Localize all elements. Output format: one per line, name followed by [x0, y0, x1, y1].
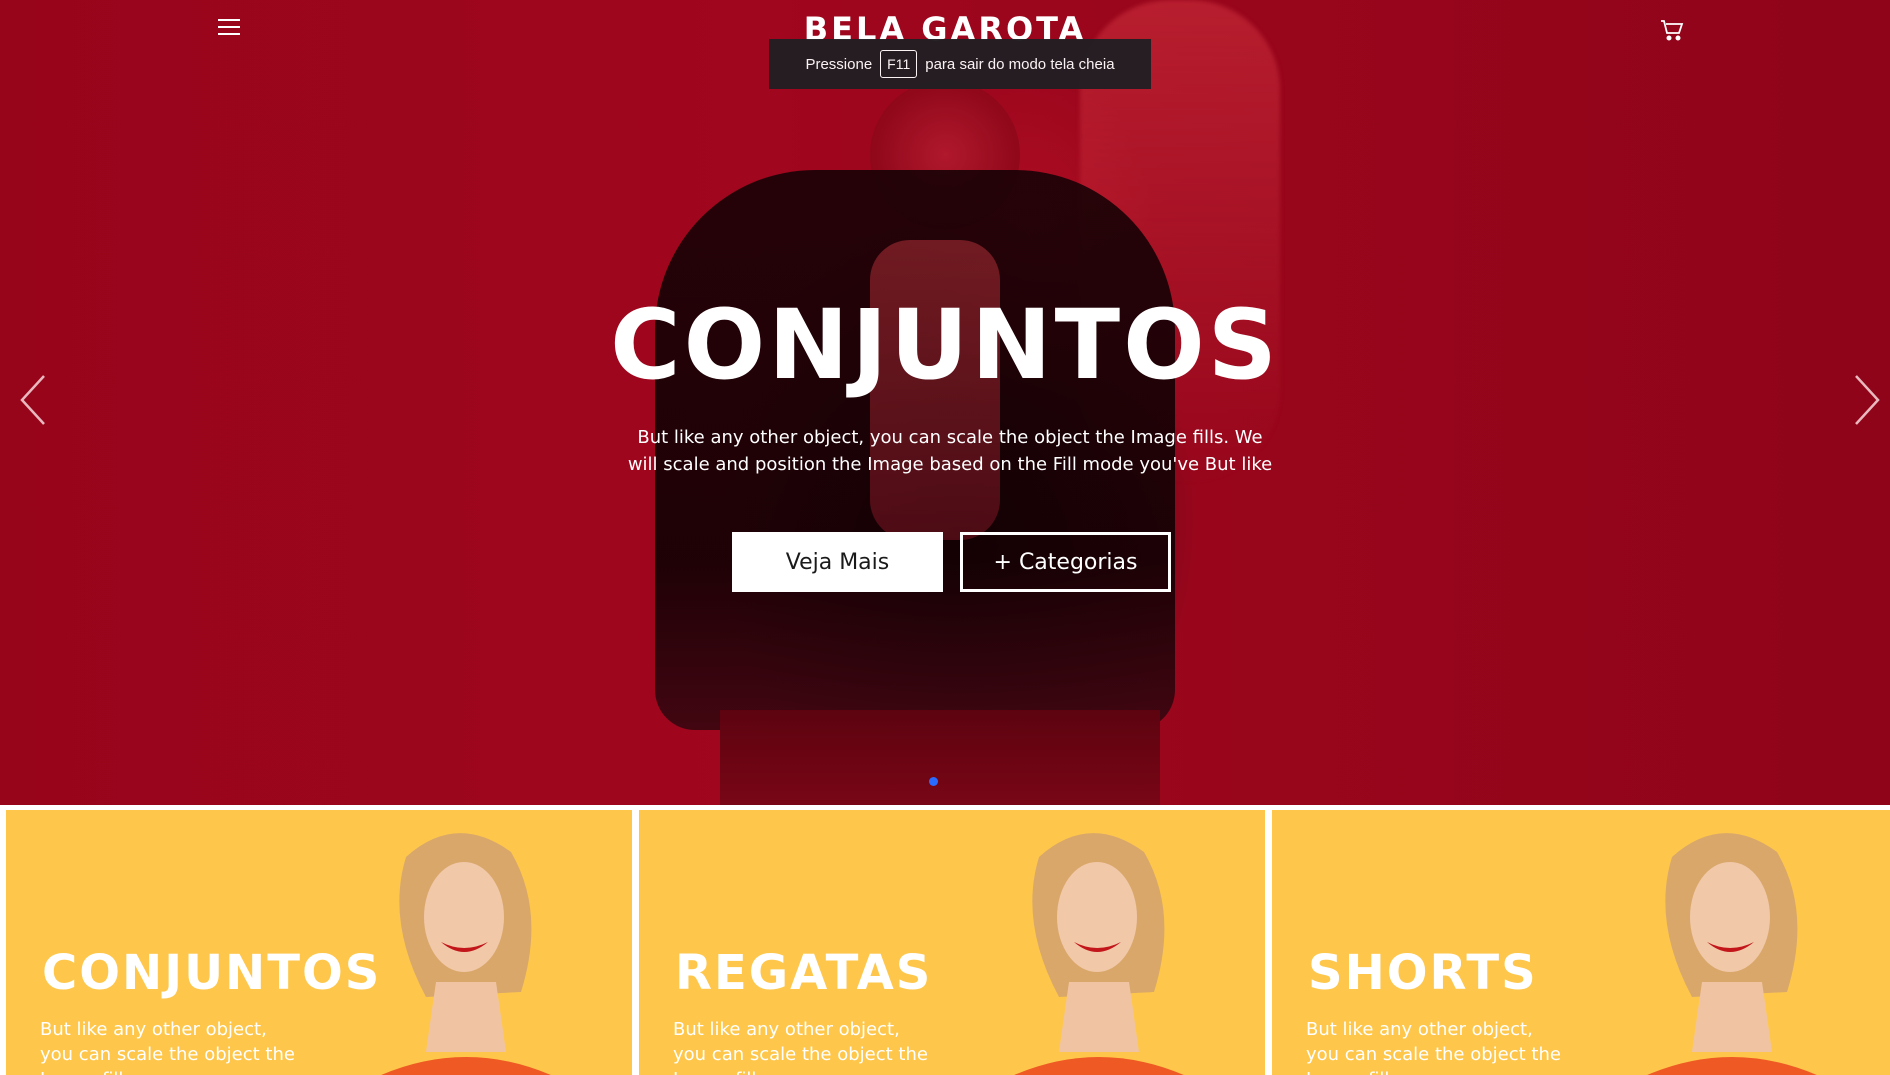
- model-photo: [381, 833, 551, 1075]
- chevron-left-icon[interactable]: [16, 372, 48, 428]
- model-photo: [1014, 833, 1184, 1075]
- category-text: But like any other object, you can scale…: [673, 1019, 928, 1075]
- category-card-shorts[interactable]: SHORTS But like any other object, you ca…: [1272, 810, 1890, 1075]
- category-text: But like any other object, you can scale…: [1306, 1019, 1561, 1075]
- fullscreen-notice: Pressione F11 para sair do modo tela che…: [769, 39, 1151, 89]
- category-card-conjuntos[interactable]: CONJUNTOS But like any other object, you…: [6, 810, 632, 1075]
- model-photo: [1647, 833, 1817, 1075]
- hero-subtitle: But like any other object, you can scale…: [627, 427, 1273, 475]
- category-title: SHORTS: [1308, 945, 1538, 1001]
- chevron-right-icon[interactable]: [1852, 372, 1884, 428]
- hero-title: CONJUNTOS: [610, 289, 1280, 401]
- fullscreen-notice-suffix: para sair do modo tela cheia: [925, 55, 1115, 73]
- category-text: But like any other object, you can scale…: [40, 1019, 295, 1075]
- carousel-dot-active[interactable]: [929, 777, 938, 786]
- categorias-button[interactable]: + Categorias: [960, 532, 1171, 592]
- veja-mais-button[interactable]: Veja Mais: [732, 532, 943, 592]
- model-jeans-image: [720, 710, 1160, 805]
- f11-key-badge: F11: [880, 50, 918, 78]
- cart-icon[interactable]: [1660, 19, 1684, 41]
- category-card-regatas[interactable]: REGATAS But like any other object, you c…: [639, 810, 1265, 1075]
- fullscreen-notice-prefix: Pressione: [805, 55, 873, 73]
- category-title: REGATAS: [675, 945, 933, 1001]
- hero-banner: BELA GAROTA Pressione F11 para sair do m…: [0, 0, 1890, 805]
- category-title: CONJUNTOS: [42, 945, 382, 1001]
